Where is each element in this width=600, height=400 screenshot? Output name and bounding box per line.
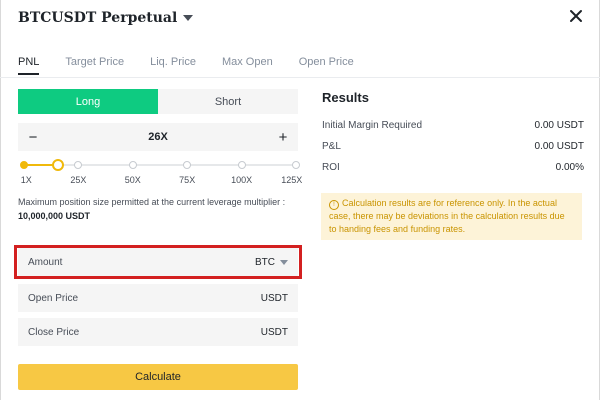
max-position-text: Maximum position size permitted at the c… [18, 197, 286, 207]
result-label: Initial Margin Required [322, 120, 423, 131]
result-label: P&L [322, 141, 341, 152]
caret-down-icon [183, 15, 194, 21]
max-position-info: Maximum position size permitted at the c… [18, 196, 303, 223]
result-label: ROI [322, 162, 340, 173]
result-row: Initial Margin Required 0.00 USDT [322, 115, 584, 136]
info-icon: ! [329, 200, 339, 210]
calculate-button[interactable]: Calculate [18, 364, 298, 390]
results-panel: Results Initial Margin Required 0.00 USD… [322, 90, 584, 178]
tab-target-price[interactable]: Target Price [65, 56, 124, 75]
amount-highlight-box [14, 245, 302, 279]
slider-step-dot[interactable] [74, 161, 83, 169]
slider-step-dot[interactable] [128, 161, 137, 169]
tab-liq-price[interactable]: Liq. Price [150, 56, 196, 75]
close-price-label: Close Price [28, 326, 80, 338]
left-border [0, 0, 1, 400]
slider-step-dot[interactable] [20, 161, 28, 169]
slider-handle[interactable] [52, 159, 64, 171]
leverage-tick-label: 100X [231, 175, 253, 185]
contract-selector[interactable]: BTCUSDT Perpetual [18, 10, 194, 26]
tab-max-open[interactable]: Max Open [222, 56, 273, 75]
result-value: 0.00% [555, 162, 584, 173]
leverage-value[interactable]: 26X [48, 131, 268, 143]
contract-title: BTCUSDT Perpetual [18, 10, 178, 26]
long-button[interactable]: Long [18, 89, 158, 114]
open-price-unit: USDT [260, 292, 288, 304]
short-button[interactable]: Short [158, 89, 298, 114]
calculation-notice: ! Calculation results are for reference o… [321, 193, 582, 240]
open-price-label: Open Price [28, 292, 79, 304]
result-value: 0.00 USDT [534, 141, 584, 152]
slider-step-dot[interactable] [292, 161, 300, 169]
leverage-tick-label: 50X [124, 175, 141, 185]
leverage-tick-label: 1X [20, 175, 32, 185]
leverage-slider[interactable] [20, 159, 300, 171]
leverage-tick-label: 25X [70, 175, 87, 185]
result-row: ROI 0.00% [322, 157, 584, 178]
slider-track [24, 164, 296, 166]
leverage-tick-labels: 1X 25X 50X 75X 100X 125X [0, 175, 320, 187]
side-toggle: Long Short [18, 89, 298, 114]
close-price-field[interactable]: Close Price USDT [18, 318, 298, 346]
slider-step-dot[interactable] [237, 161, 246, 169]
max-position-value: 10,000,000 USDT [18, 211, 91, 221]
increase-leverage-button[interactable]: + [268, 129, 298, 146]
slider-step-dot[interactable] [183, 161, 192, 169]
leverage-tick-label: 75X [179, 175, 196, 185]
close-price-unit: USDT [260, 326, 288, 338]
notice-text: Calculation results are for reference on… [329, 198, 565, 234]
tab-divider [0, 77, 600, 78]
tab-pnl[interactable]: PNL [18, 56, 40, 75]
leverage-stepper: − 26X + [18, 123, 298, 151]
tab-open-price[interactable]: Open Price [299, 56, 354, 75]
open-price-field[interactable]: Open Price USDT [18, 284, 298, 312]
leverage-tick-label: 125X [281, 175, 303, 185]
result-row: P&L 0.00 USDT [322, 136, 584, 157]
decrease-leverage-button[interactable]: − [18, 129, 48, 146]
calculator-tabs: PNL Target Price Liq. Price Max Open Ope… [18, 56, 380, 75]
results-heading: Results [322, 90, 369, 105]
result-value: 0.00 USDT [534, 120, 584, 131]
close-icon[interactable] [568, 8, 584, 24]
